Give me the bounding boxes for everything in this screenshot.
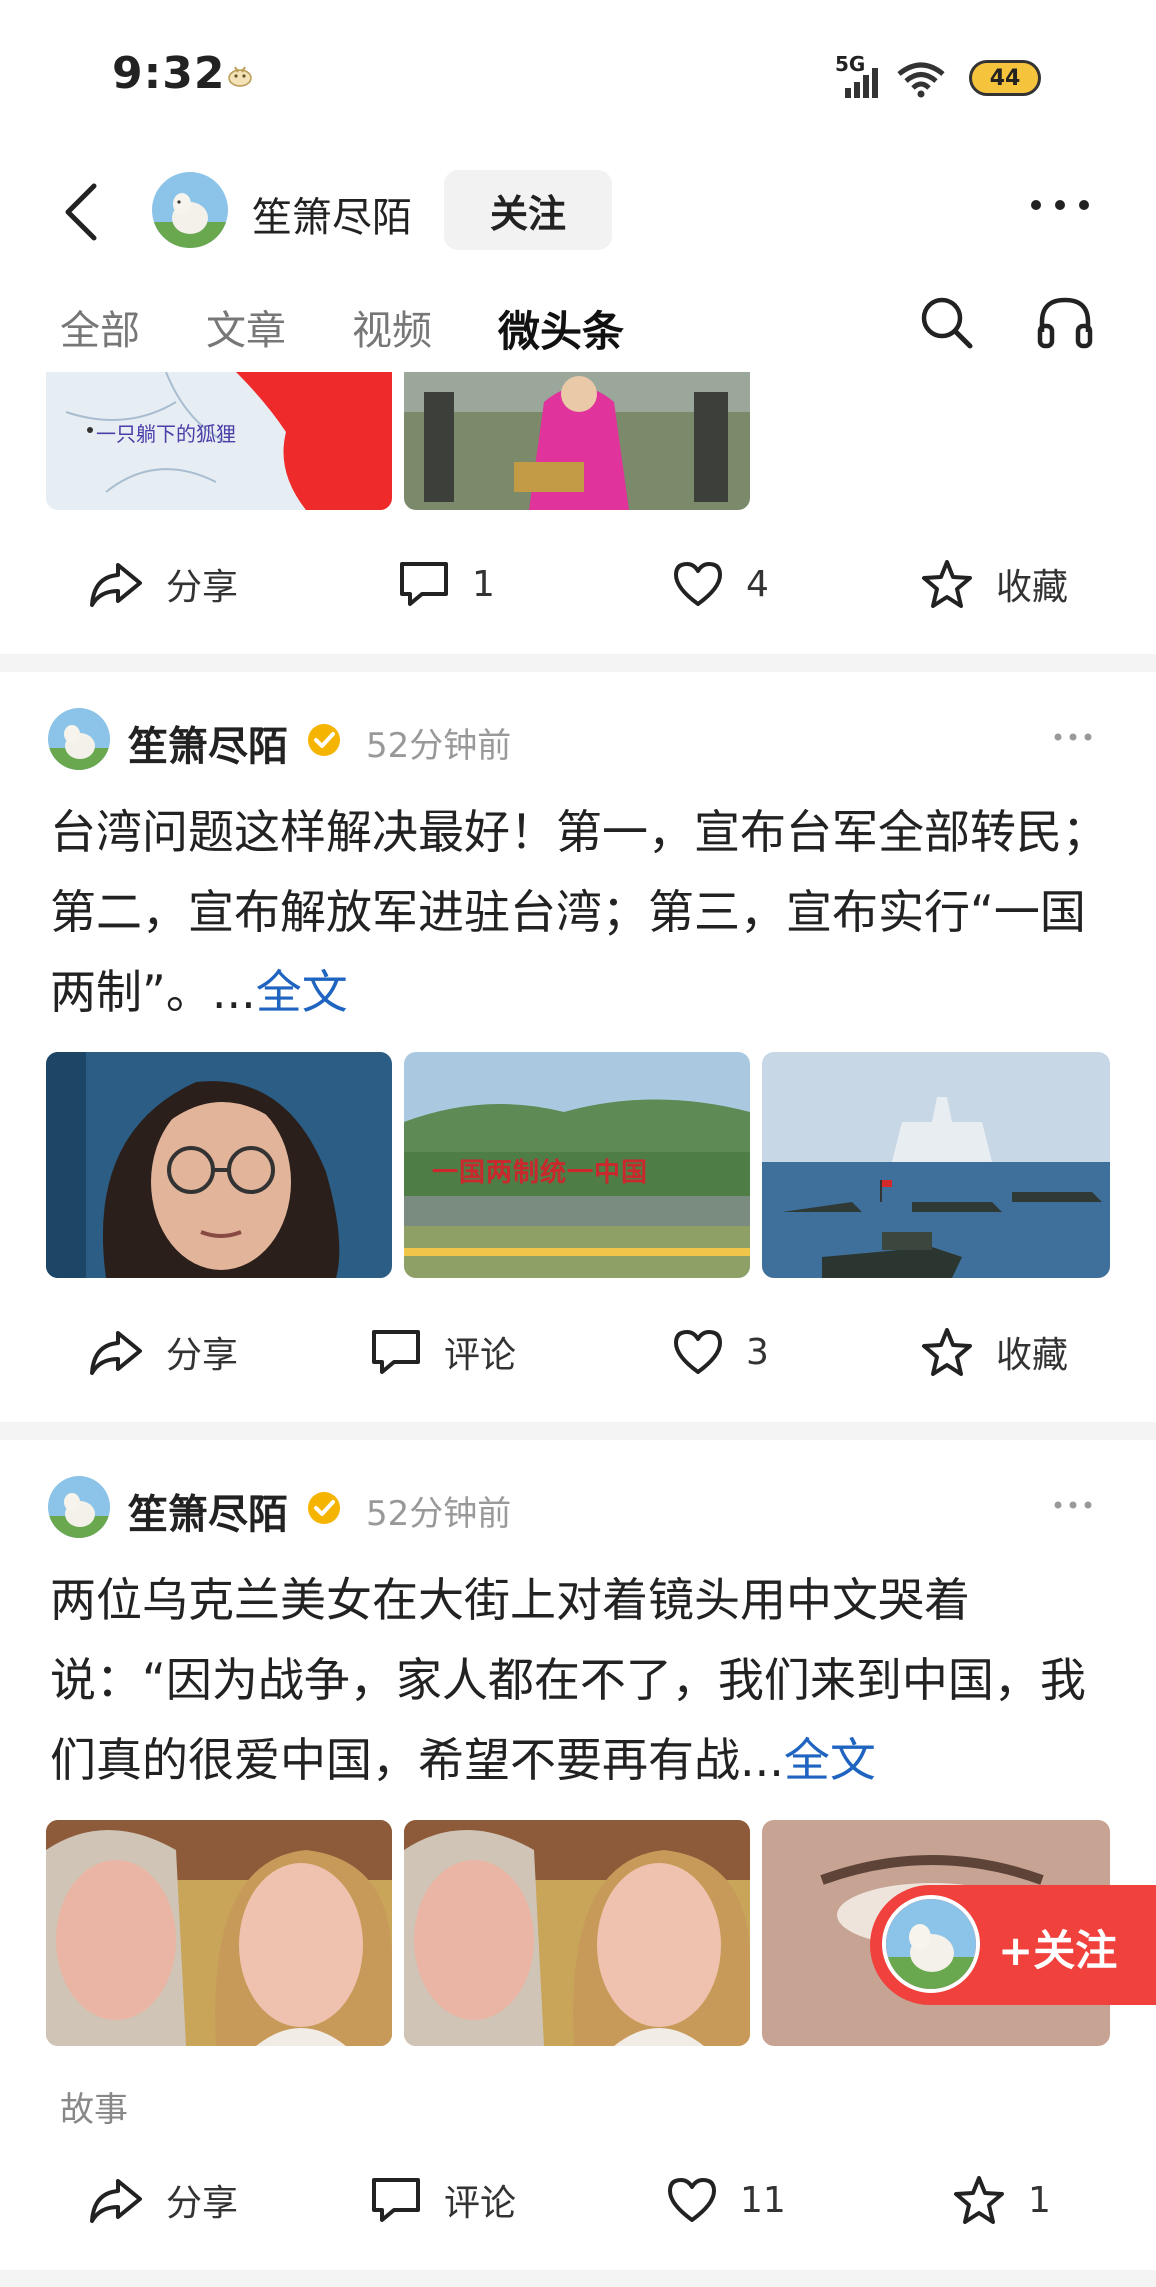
share-button[interactable]: 分享 xyxy=(88,544,238,624)
notification-icon xyxy=(228,66,252,87)
comment-icon xyxy=(400,562,448,606)
collect-button[interactable]: 收藏 xyxy=(920,544,1068,624)
like-count: 3 xyxy=(746,1331,769,1373)
back-arrow-icon[interactable] xyxy=(58,180,108,244)
signal-icon xyxy=(845,68,878,98)
post1-image-woman[interactable] xyxy=(46,1052,392,1278)
content-tabs: 全部 文章 视频 微头条 xyxy=(0,290,1156,360)
post1-time: 52分钟前 xyxy=(366,726,512,766)
headphones-icon[interactable] xyxy=(1036,294,1094,350)
collect-label: 收藏 xyxy=(996,1335,1069,1376)
like-button[interactable]: 4 xyxy=(672,544,769,624)
post1-fulltext-link[interactable]: 全文 xyxy=(256,965,348,1019)
floating-avatar xyxy=(882,1895,980,1993)
feed-divider xyxy=(0,654,1156,672)
post2-image-women-2[interactable] xyxy=(404,1820,750,2046)
profile-navbar: 笙箫尽陌 关注 xyxy=(0,160,1156,260)
status-bar: 9:32 5G 44 xyxy=(0,0,1156,150)
share-button[interactable]: 分享 xyxy=(88,1312,238,1392)
comment-button[interactable]: 评论 xyxy=(370,1312,516,1392)
post1-image-ship[interactable] xyxy=(762,1052,1110,1278)
post0-actions: 分享 1 4 收藏 xyxy=(0,544,1156,624)
wifi-icon xyxy=(897,62,945,98)
share-label: 分享 xyxy=(166,1335,239,1376)
post2-text[interactable]: 两位乌克兰美女在大街上对着镜头用中文哭着说：“因为战争，家人都在不了，我们来到中… xyxy=(50,1560,1120,1800)
comment-icon xyxy=(372,1330,420,1374)
sign-text: 一国两制统一中国 xyxy=(432,1158,649,1188)
collect-count: 1 xyxy=(1028,2179,1051,2221)
tab-articles[interactable]: 文章 xyxy=(206,298,286,356)
feed-divider xyxy=(0,1422,1156,1440)
comment-button[interactable]: 评论 xyxy=(370,2160,516,2240)
like-count: 11 xyxy=(740,2179,786,2221)
verified-badge-icon xyxy=(308,724,340,756)
star-icon xyxy=(954,2176,1004,2224)
comment-label: 评论 xyxy=(444,1335,517,1376)
post1-actions: 分享 评论 3 收藏 xyxy=(0,1312,1156,1392)
feed-divider xyxy=(0,2270,1156,2287)
comment-icon xyxy=(372,2178,420,2222)
status-time: 9:32 xyxy=(112,48,226,99)
comment-count: 1 xyxy=(472,563,495,605)
share-icon xyxy=(90,1331,142,1375)
like-count: 4 xyxy=(746,563,769,605)
post2-fulltext-link[interactable]: 全文 xyxy=(784,1733,876,1787)
author-name[interactable]: 笙箫尽陌 xyxy=(252,185,412,243)
post-more-icon[interactable] xyxy=(1052,730,1094,744)
search-icon[interactable] xyxy=(918,294,974,350)
verified-badge-icon xyxy=(308,1492,340,1524)
floating-follow-button[interactable]: +关注 xyxy=(870,1885,1156,2005)
post1-avatar[interactable] xyxy=(48,708,110,770)
comment-button[interactable]: 1 xyxy=(398,544,495,624)
share-label: 分享 xyxy=(166,2183,239,2224)
post1-author[interactable]: 笙箫尽陌 xyxy=(128,714,288,772)
post2-header: 笙箫尽陌 52分钟前 xyxy=(0,1476,1156,1546)
battery-icon: 44 xyxy=(969,60,1041,96)
post1-body: 台湾问题这样解决最好！第一，宣布台军全部转民；第二，宣布解放军进驻台湾；第三，宣… xyxy=(50,805,1108,1019)
collect-button[interactable]: 1 xyxy=(952,2160,1051,2240)
post2-actions: 分享 评论 11 1 xyxy=(0,2160,1156,2240)
floating-follow-label: +关注 xyxy=(998,1926,1118,1975)
status-indicators: 5G 44 xyxy=(835,52,1045,102)
heart-icon xyxy=(674,1330,722,1374)
follow-button[interactable]: 关注 xyxy=(444,170,612,250)
share-label: 分享 xyxy=(166,567,239,608)
heart-icon xyxy=(674,562,722,606)
collect-button[interactable]: 收藏 xyxy=(920,1312,1068,1392)
comment-label: 评论 xyxy=(444,2183,517,2224)
star-icon xyxy=(922,1328,972,1376)
post1-text[interactable]: 台湾问题这样解决最好！第一，宣布台军全部转民；第二，宣布解放军进驻台湾；第三，宣… xyxy=(50,792,1120,1032)
post-image-costume[interactable] xyxy=(404,372,750,510)
star-icon xyxy=(922,560,972,608)
tab-videos[interactable]: 视频 xyxy=(352,298,432,356)
post2-image-women-1[interactable] xyxy=(46,1820,392,2046)
post2-tag[interactable]: 故事 xyxy=(60,2082,128,2131)
post-image-map[interactable]: 一只躺下的狐狸 xyxy=(46,372,392,510)
post1-header: 笙箫尽陌 52分钟前 xyxy=(0,708,1156,778)
more-options-icon[interactable] xyxy=(1028,190,1092,220)
post1-image-sign[interactable]: 一国两制统一中国 xyxy=(404,1052,750,1278)
collect-label: 收藏 xyxy=(996,567,1069,608)
author-avatar[interactable] xyxy=(152,172,228,248)
post-more-icon[interactable] xyxy=(1052,1498,1094,1512)
like-button[interactable]: 3 xyxy=(672,1312,769,1392)
tab-micro-posts[interactable]: 微头条 xyxy=(498,298,624,359)
post2-author[interactable]: 笙箫尽陌 xyxy=(128,1482,288,1540)
map-label: 一只躺下的狐狸 xyxy=(96,422,236,446)
post2-time: 52分钟前 xyxy=(366,1494,512,1534)
heart-icon xyxy=(668,2178,716,2222)
like-button[interactable]: 11 xyxy=(666,2160,786,2240)
share-icon xyxy=(90,563,142,607)
share-button[interactable]: 分享 xyxy=(88,2160,238,2240)
battery-level: 44 xyxy=(989,65,1021,91)
post2-body: 两位乌克兰美女在大街上对着镜头用中文哭着说：“因为战争，家人都在不了，我们来到中… xyxy=(50,1573,1086,1787)
post2-avatar[interactable] xyxy=(48,1476,110,1538)
share-icon xyxy=(90,2179,142,2223)
tab-all[interactable]: 全部 xyxy=(60,298,140,356)
